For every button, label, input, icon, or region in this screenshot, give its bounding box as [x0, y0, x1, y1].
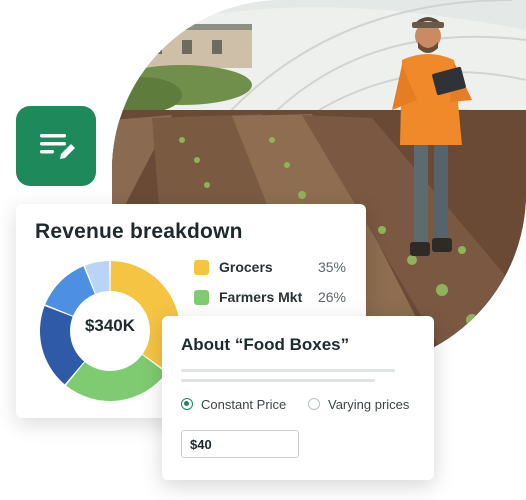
revenue-title: Revenue breakdown: [35, 220, 243, 243]
legend-percentage: 26%: [317, 289, 346, 305]
legend-item-grocers: Grocers 35%: [194, 259, 354, 277]
document-edit-icon: [40, 134, 75, 159]
legend-item-farmers-mkt: Farmers Mkt 26%: [194, 289, 354, 307]
donut-center-total: $340K: [84, 316, 136, 335]
donut-slice-segment-4: [45, 266, 95, 316]
legend-swatch: [194, 290, 209, 305]
placeholder-line: [181, 379, 375, 382]
placeholder-line: [181, 369, 395, 372]
radio-button[interactable]: [308, 398, 320, 410]
document-edit-icon-tile[interactable]: [16, 106, 96, 186]
legend-label: Farmers Mkt: [219, 289, 303, 305]
price-input[interactable]: [181, 430, 299, 458]
legend-label: Grocers: [219, 259, 273, 275]
food-boxes-title: About “Food Boxes”: [181, 335, 350, 354]
food-boxes-card: About “Food Boxes” Constant Price Varyin…: [162, 316, 434, 480]
legend-swatch: [194, 260, 209, 275]
legend-percentage: 35%: [317, 259, 346, 275]
radio-label: Varying prices: [328, 397, 410, 412]
radio-button-selected[interactable]: [181, 398, 193, 410]
radio-label: Constant Price: [201, 397, 287, 412]
